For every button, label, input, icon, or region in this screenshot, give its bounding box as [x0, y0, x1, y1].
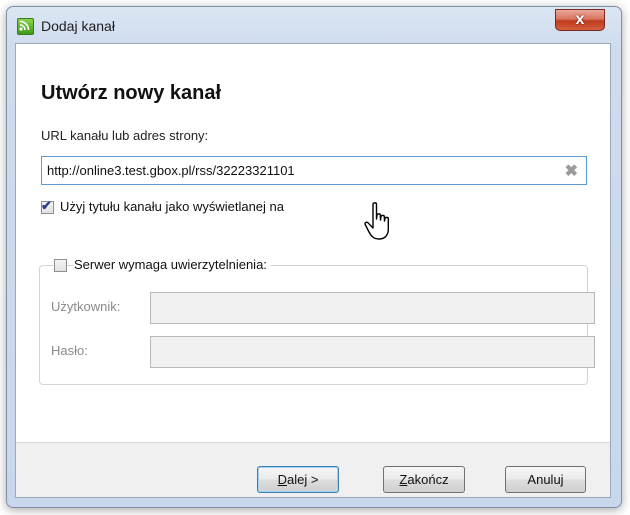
title-bar: Dodaj kanał x: [7, 7, 621, 43]
hand-pointer-cursor-icon: [364, 202, 389, 240]
url-input-value: http://online3.test.gbox.pl/rss/32223321…: [47, 163, 295, 178]
password-field[interactable]: [150, 336, 595, 368]
url-field-label: URL kanału lub adres strony:: [41, 128, 209, 143]
auth-required-label[interactable]: Serwer wymaga uwierzytelnienia:: [74, 257, 271, 272]
password-label: Hasło:: [51, 343, 88, 358]
url-input[interactable]: http://online3.test.gbox.pl/rss/32223321…: [41, 156, 587, 185]
page-title: Utwórz nowy kanał: [41, 82, 222, 104]
cancel-button[interactable]: Anuluj: [505, 466, 586, 493]
username-label: Użytkownik:: [51, 299, 121, 314]
app-icon: [17, 18, 34, 35]
use-title-checkbox[interactable]: ✔: [41, 198, 54, 214]
use-title-label[interactable]: Użyj tytułu kanału jako wyświetlanej na: [60, 199, 284, 214]
auth-required-checkbox[interactable]: [54, 259, 67, 272]
checkmark-icon: ✔: [41, 198, 52, 213]
next-button[interactable]: Dalej >: [257, 466, 339, 493]
dialog-client-area: Utwórz nowy kanał URL kanału lub adres s…: [15, 43, 611, 498]
dialog-window: Dodaj kanał x Utwórz nowy kanał URL kana…: [6, 6, 622, 508]
close-icon: x: [575, 11, 585, 28]
username-field[interactable]: [150, 292, 595, 324]
close-button[interactable]: x: [555, 9, 605, 31]
window-title: Dodaj kanał: [41, 18, 115, 34]
clear-icon[interactable]: ✖: [565, 161, 578, 181]
finish-button[interactable]: Zakończ: [383, 466, 465, 493]
